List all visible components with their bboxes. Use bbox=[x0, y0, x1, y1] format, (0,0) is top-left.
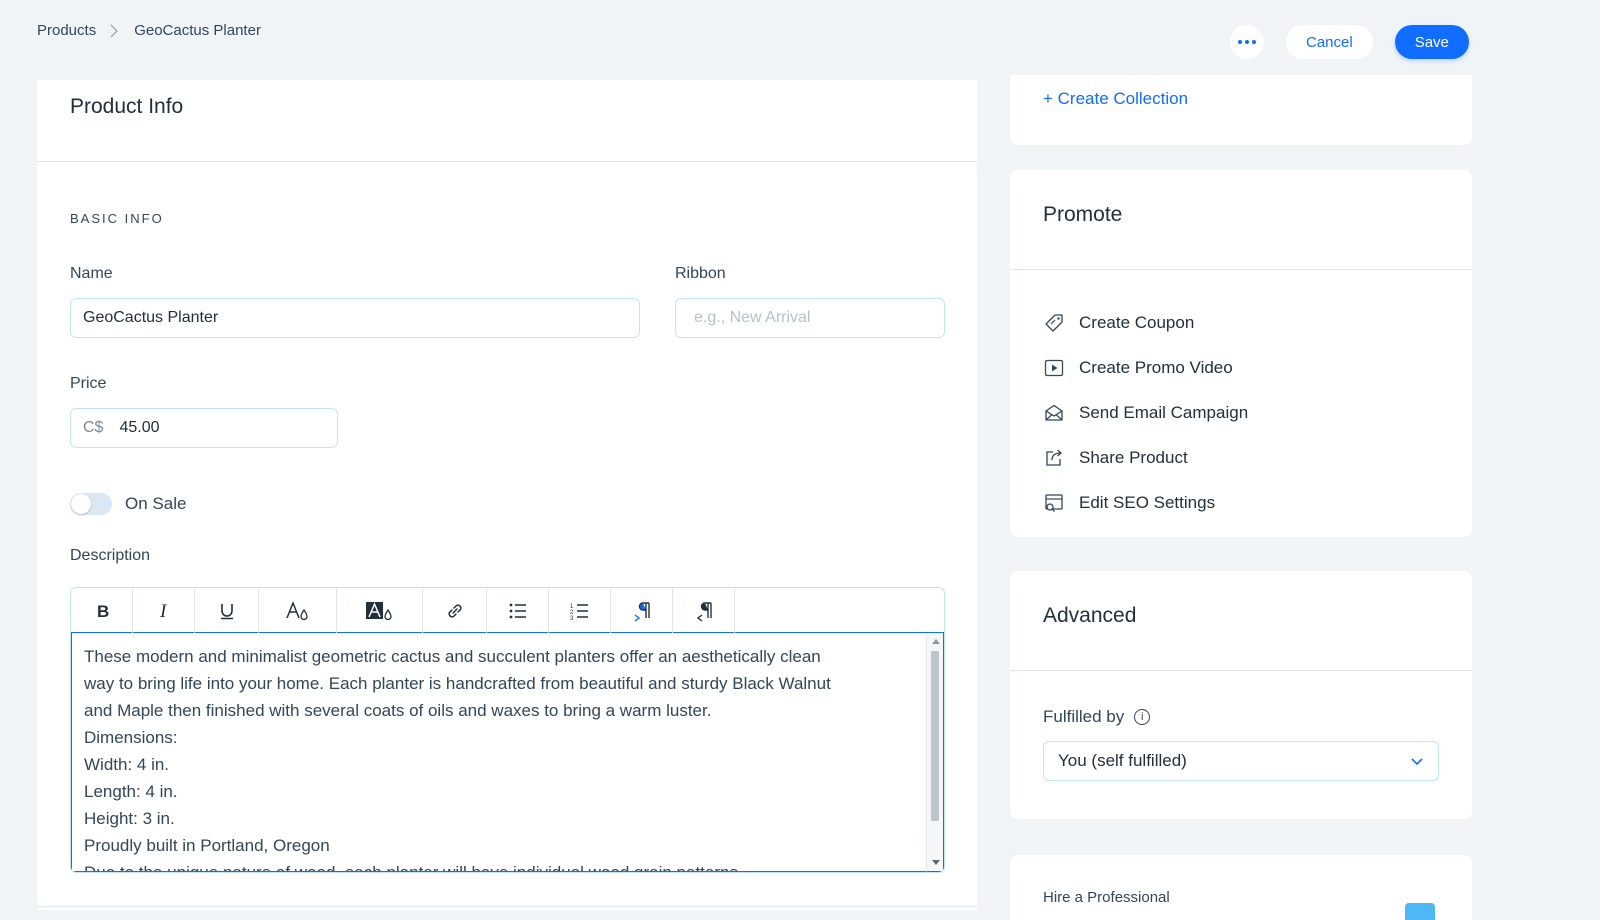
ribbon-input[interactable]: e.g., New Arrival bbox=[675, 298, 945, 338]
description-line: way to bring life into your home. Each p… bbox=[84, 674, 831, 693]
numbered-list-button[interactable]: 123 bbox=[549, 588, 611, 633]
bold-button[interactable]: B bbox=[71, 588, 133, 633]
video-icon bbox=[1043, 357, 1065, 379]
svg-text:B: B bbox=[97, 602, 109, 621]
description-line: Height: 3 in. bbox=[84, 809, 175, 828]
rtl-direction-button[interactable] bbox=[673, 588, 735, 633]
promote-item-label: Create Coupon bbox=[1079, 312, 1195, 332]
description-line: Due to the unique nature of wood, each p… bbox=[84, 859, 914, 871]
dot bbox=[1252, 40, 1256, 44]
breadcrumb-current: GeoCactus Planter bbox=[134, 22, 261, 39]
ribbon-label: Ribbon bbox=[675, 265, 726, 282]
on-sale-toggle[interactable] bbox=[70, 493, 112, 515]
coupon-icon bbox=[1043, 312, 1065, 334]
highlight-color-button[interactable] bbox=[337, 588, 423, 633]
chevron-down-icon bbox=[1411, 758, 1423, 766]
bulleted-list-icon bbox=[509, 603, 526, 618]
price-value: 45.00 bbox=[119, 419, 160, 436]
description-line: Length: 4 in. bbox=[84, 782, 178, 801]
seo-icon bbox=[1043, 492, 1065, 514]
description-scrollbar[interactable] bbox=[926, 633, 944, 872]
panel-title: Product Info bbox=[37, 80, 977, 162]
scrollbar-thumb[interactable] bbox=[931, 651, 939, 821]
highlight-color-icon bbox=[365, 601, 392, 620]
advanced-title: Advanced bbox=[1010, 571, 1472, 671]
collections-card: + Create Collection bbox=[1010, 75, 1472, 145]
numbered-list-icon: 123 bbox=[570, 604, 588, 622]
svg-text:I: I bbox=[159, 601, 168, 622]
hire-illustration bbox=[1405, 903, 1435, 920]
fulfilled-by-select[interactable]: You (self fulfilled) bbox=[1043, 741, 1439, 781]
description-line: Dimensions: bbox=[84, 728, 178, 747]
price-label: Price bbox=[70, 375, 107, 392]
create-coupon-item[interactable]: Create Coupon bbox=[1043, 300, 1439, 345]
breadcrumb-products-link[interactable]: Products bbox=[37, 22, 96, 39]
advanced-card: Advanced Fulfilled by i You (self fulfil… bbox=[1010, 571, 1472, 819]
divider bbox=[37, 906, 977, 907]
promote-title: Promote bbox=[1010, 170, 1472, 270]
header-actions: Cancel Save bbox=[1230, 25, 1469, 59]
svg-text:3: 3 bbox=[570, 616, 574, 622]
description-editor: B I 123 These modern and minimalist geom… bbox=[70, 587, 945, 873]
info-icon[interactable]: i bbox=[1134, 709, 1151, 725]
fulfilled-by-value: You (self fulfilled) bbox=[1058, 751, 1187, 770]
fulfilled-by-label: Fulfilled by bbox=[1043, 707, 1125, 726]
description-line: Width: 4 in. bbox=[84, 755, 170, 774]
breadcrumb: Products GeoCactus Planter bbox=[37, 22, 261, 39]
scroll-down-arrow-icon[interactable] bbox=[932, 860, 940, 865]
promote-item-label: Edit SEO Settings bbox=[1079, 492, 1216, 512]
name-input[interactable]: GeoCactus Planter bbox=[70, 298, 640, 338]
description-textarea[interactable]: These modern and minimalist geometric ca… bbox=[71, 633, 926, 872]
promote-card: Promote Create Coupon Create Promo Video… bbox=[1010, 170, 1472, 537]
product-info-panel: Product Info BASIC INFO Name GeoCactus P… bbox=[37, 80, 977, 910]
cancel-button[interactable]: Cancel bbox=[1286, 25, 1373, 59]
promote-item-label: Create Promo Video bbox=[1079, 357, 1233, 377]
underline-icon bbox=[220, 603, 233, 619]
send-email-campaign-item[interactable]: Send Email Campaign bbox=[1043, 390, 1439, 435]
text-color-icon bbox=[285, 600, 308, 620]
italic-icon: I bbox=[159, 601, 168, 622]
save-button[interactable]: Save bbox=[1394, 25, 1469, 59]
on-sale-label: On Sale bbox=[125, 494, 187, 513]
editor-toolbar: B I 123 bbox=[71, 588, 944, 633]
promote-item-label: Share Product bbox=[1079, 447, 1188, 467]
name-input-value: GeoCactus Planter bbox=[83, 309, 219, 326]
promote-list: Create Coupon Create Promo Video Send Em… bbox=[1010, 270, 1472, 525]
text-color-button[interactable] bbox=[259, 588, 337, 633]
description-line: Proudly built in Portland, Oregon bbox=[84, 836, 330, 855]
section-title: BASIC INFO bbox=[70, 211, 164, 226]
toggle-knob bbox=[71, 494, 91, 514]
name-label: Name bbox=[70, 265, 113, 282]
scroll-up-arrow-icon[interactable] bbox=[932, 639, 940, 644]
description-line: and Maple then finished with several coa… bbox=[84, 701, 712, 720]
description-line: These modern and minimalist geometric ca… bbox=[84, 647, 821, 666]
link-button[interactable] bbox=[423, 588, 487, 633]
promote-item-label: Send Email Campaign bbox=[1079, 402, 1249, 422]
ribbon-placeholder: e.g., New Arrival bbox=[694, 309, 811, 326]
create-collection-link[interactable]: + Create Collection bbox=[1043, 89, 1188, 109]
bold-icon: B bbox=[97, 602, 109, 621]
dot bbox=[1245, 40, 1249, 44]
edit-seo-settings-item[interactable]: Edit SEO Settings bbox=[1043, 480, 1439, 525]
create-promo-video-item[interactable]: Create Promo Video bbox=[1043, 345, 1439, 390]
currency-prefix: C$ bbox=[83, 419, 104, 436]
dot bbox=[1238, 40, 1242, 44]
description-label: Description bbox=[70, 547, 151, 564]
more-actions-button[interactable] bbox=[1230, 25, 1264, 59]
text-direction-rtl-icon bbox=[696, 601, 712, 622]
link-icon bbox=[447, 603, 462, 618]
share-product-item[interactable]: Share Product bbox=[1043, 435, 1439, 480]
text-direction-ltr-icon bbox=[634, 601, 650, 622]
underline-button[interactable] bbox=[195, 588, 259, 633]
share-icon bbox=[1043, 447, 1065, 469]
email-icon bbox=[1043, 402, 1065, 424]
ltr-direction-button[interactable] bbox=[611, 588, 673, 633]
hire-professional-card: Hire a Professional bbox=[1010, 855, 1472, 920]
italic-button[interactable]: I bbox=[133, 588, 195, 633]
price-input[interactable]: C$ 45.00 bbox=[70, 408, 338, 448]
bulleted-list-button[interactable] bbox=[487, 588, 549, 633]
chevron-right-icon bbox=[110, 23, 120, 39]
fulfilled-by-label-row: Fulfilled by i bbox=[1043, 707, 1151, 727]
hire-professional-title: Hire a Professional bbox=[1043, 889, 1170, 906]
